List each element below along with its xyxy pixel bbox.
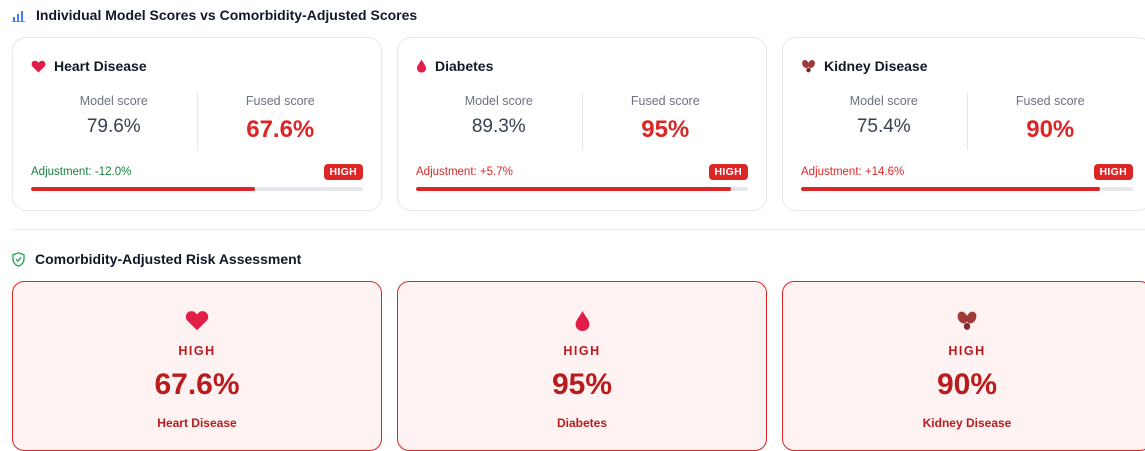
risk-value: 90% (936, 368, 998, 401)
section-divider (12, 229, 1145, 230)
adjustment-text: Adjustment: -12.0% (31, 166, 132, 178)
risk-card-heart: HIGH 67.6% Heart Disease (12, 281, 382, 451)
risk-condition-name: Heart Disease (157, 416, 237, 430)
risk-condition-name: Kidney Disease (922, 416, 1012, 430)
risk-card-diabetes: HIGH 95% Diabetes (397, 281, 767, 451)
heart-icon (31, 60, 46, 73)
model-score-value: 79.6% (86, 116, 141, 137)
risk-badge: HIGH (708, 164, 748, 180)
fused-score: Fused score 90% (966, 92, 1134, 150)
score-card-kidney: Kidney Disease Model score 75.4% Fused s… (782, 37, 1145, 211)
score-card-heart: Heart Disease Model score 79.6% Fused sc… (12, 37, 382, 211)
card-title: Heart Disease (31, 58, 147, 74)
adjustment-row: Adjustment: -12.0% HIGH (31, 164, 363, 180)
model-score: Model score 75.4% (801, 92, 967, 150)
score-columns: Model score 79.6% Fused score 67.6% (31, 92, 363, 150)
model-score-label: Model score (464, 94, 533, 108)
section-title-text: Comorbidity-Adjusted Risk Assessment (35, 251, 302, 267)
fused-score-label: Fused score (245, 94, 315, 108)
kidney-icon (801, 59, 816, 73)
risk-value: 95% (551, 368, 613, 401)
risk-level: HIGH (178, 344, 216, 358)
drop-icon (416, 59, 427, 73)
adjustment-text: Adjustment: +14.6% (801, 166, 905, 178)
card-title: Kidney Disease (801, 58, 928, 74)
risk-level: HIGH (948, 344, 986, 358)
card-title-text: Diabetes (435, 58, 494, 74)
risk-condition-name: Diabetes (556, 416, 608, 430)
scores-section-title: Individual Model Scores vs Comorbidity-A… (12, 7, 417, 23)
score-card-diabetes: Diabetes Model score 89.3% Fused score 9… (397, 37, 767, 211)
drop-icon (398, 310, 766, 332)
fused-score-label: Fused score (1015, 94, 1085, 108)
progress-bar (801, 187, 1133, 191)
model-score-label: Model score (79, 94, 148, 108)
risk-badge: HIGH (1093, 164, 1133, 180)
adjustment-row: Adjustment: +14.6% HIGH (801, 164, 1133, 180)
risk-cards: HIGH 67.6% Heart Disease HIGH 95% Diabet… (12, 281, 1145, 451)
fused-score-value: 90% (1026, 116, 1075, 143)
fused-score-value: 67.6% (246, 116, 315, 143)
score-cards: Heart Disease Model score 79.6% Fused sc… (12, 37, 1145, 211)
progress-fill (416, 187, 732, 191)
model-score: Model score 79.6% (31, 92, 197, 150)
progress-fill (31, 187, 256, 191)
model-score: Model score 89.3% (416, 92, 582, 150)
model-score-label: Model score (849, 94, 918, 108)
heart-icon (13, 310, 381, 331)
fused-score-label: Fused score (630, 94, 700, 108)
fused-score-value: 95% (641, 116, 690, 143)
risk-value: 67.6% (154, 368, 240, 401)
risk-badge: HIGH (323, 164, 363, 180)
score-columns: Model score 75.4% Fused score 90% (801, 92, 1133, 150)
risk-card-kidney: HIGH 90% Kidney Disease (782, 281, 1145, 451)
bar-chart-icon (12, 9, 26, 22)
section-title-text: Individual Model Scores vs Comorbidity-A… (36, 7, 418, 23)
risk-level: HIGH (563, 344, 601, 358)
progress-bar (31, 187, 363, 191)
model-score-value: 89.3% (471, 116, 526, 137)
progress-bar (416, 187, 748, 191)
card-title-text: Heart Disease (54, 58, 147, 74)
progress-fill (801, 187, 1100, 191)
fused-score: Fused score 95% (581, 92, 749, 150)
card-title-text: Kidney Disease (824, 58, 928, 74)
adjustment-text: Adjustment: +5.7% (416, 166, 513, 178)
model-score-value: 75.4% (856, 116, 911, 137)
kidney-icon (783, 310, 1145, 331)
fused-score: Fused score 67.6% (196, 92, 364, 150)
shield-check-icon (12, 251, 25, 267)
risk-section-title: Comorbidity-Adjusted Risk Assessment (12, 251, 301, 267)
adjustment-row: Adjustment: +5.7% HIGH (416, 164, 748, 180)
score-columns: Model score 89.3% Fused score 95% (416, 92, 748, 150)
card-title: Diabetes (416, 58, 493, 74)
